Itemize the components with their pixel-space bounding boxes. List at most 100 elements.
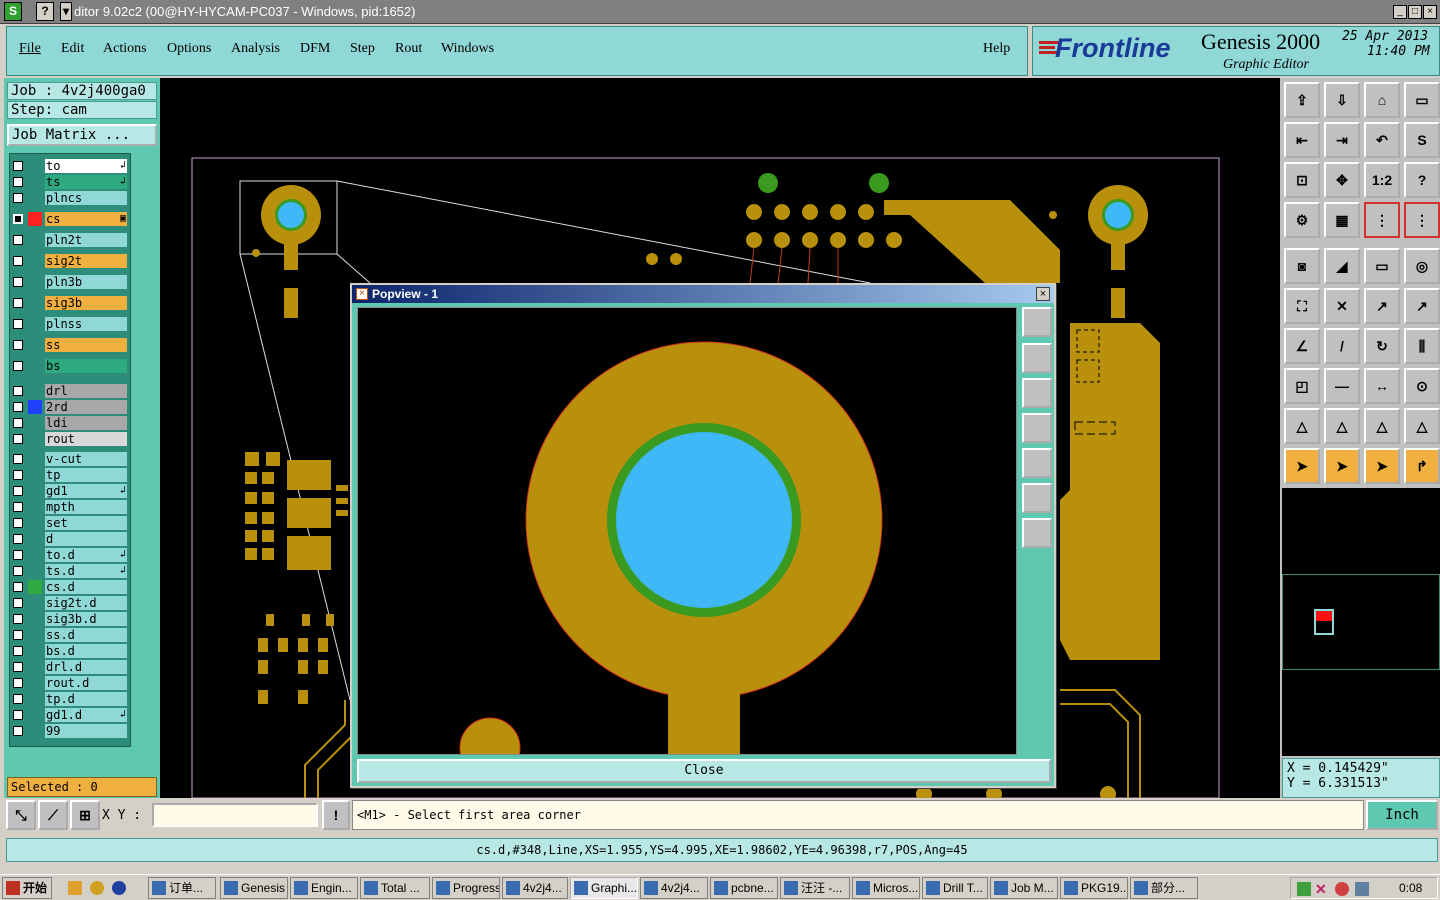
layer-row-gd1[interactable]: gd1 ↲ [10,484,130,498]
bang-button[interactable]: ! [322,800,350,830]
layer-checkbox[interactable] [13,402,23,412]
layer-checkbox[interactable] [13,161,23,171]
layer-row-sig2t[interactable]: sig2t [10,254,130,268]
layer-name[interactable]: 99 [45,724,127,738]
layer-row-sig2t.d[interactable]: sig2t.d [10,596,130,610]
close-window-button[interactable]: × [1423,5,1437,19]
menu-rout[interactable]: Rout [395,41,422,57]
layer-row-gd1.d[interactable]: gd1.d ↲ [10,708,130,722]
layer-name[interactable]: set [45,516,127,530]
layer-row-d[interactable]: d [10,532,130,546]
layer-checkbox[interactable] [13,319,23,329]
layer-row-pln3b[interactable]: pln3b [10,275,130,289]
layer-name[interactable]: pln3b [45,275,127,289]
layer-name[interactable]: drl.d [45,660,127,674]
popview-canvas[interactable] [357,307,1017,755]
layer-row-tp.d[interactable]: tp.d [10,692,130,706]
layer-checkbox[interactable] [13,214,23,224]
triangle-vertex-icon[interactable]: △ [1324,408,1360,444]
layer-row-tp[interactable]: tp [10,468,130,482]
layer-row-cs[interactable]: cs ▣ [10,212,130,226]
angle-line-icon[interactable]: ∠ [1284,328,1320,364]
layer-name[interactable]: d [45,532,127,546]
taskbar-item[interactable]: Total ... [360,877,430,899]
layer-checkbox[interactable] [13,502,23,512]
layer-row-v-cut[interactable]: v-cut [10,452,130,466]
popview-zoom-in-icon[interactable] [1022,483,1052,513]
layer-row-ts[interactable]: ts ↲ [10,175,130,189]
minimize-button[interactable]: _ [1393,5,1407,19]
draw-line-icon[interactable]: ◢ [1324,248,1360,284]
undo-view-icon[interactable]: ↶ [1364,122,1400,158]
help-question-icon[interactable]: ? [36,2,54,21]
pointer-route-icon[interactable]: ↱ [1404,448,1440,484]
shapes-icon[interactable]: ⊙ [1404,368,1440,404]
layer-name[interactable]: plnss [45,317,127,331]
layer-checkbox[interactable] [13,454,23,464]
layer-checkbox[interactable] [13,534,23,544]
layer-name[interactable]: sig3b [45,296,127,310]
menu-help[interactable]: Help [983,41,1010,57]
grid-icon[interactable]: ⊞ [70,800,100,830]
layer-name[interactable]: cs [45,212,127,226]
start-button[interactable]: 开始 [2,877,52,899]
layer-row-bs[interactable]: bs [10,359,130,373]
layer-checkbox[interactable] [13,177,23,187]
taskbar-item[interactable]: Micros... [852,877,920,899]
popview-zoom-box-icon[interactable] [1022,307,1052,337]
layer-name[interactable]: to.d [45,548,127,562]
menu-edit[interactable]: Edit [61,41,84,57]
taskbar-item[interactable]: Genesis [220,877,288,899]
swap-icon[interactable]: S [1404,122,1440,158]
layer-name[interactable]: cs.d [45,580,127,594]
layer-name[interactable]: bs [45,359,127,373]
panel-icon[interactable]: ▭ [1404,82,1440,118]
layer-row-99[interactable]: 99 [10,724,130,738]
tray-app-icon[interactable] [1297,882,1311,896]
menu-analysis[interactable]: Analysis [231,41,280,57]
triangle-top-icon[interactable]: △ [1364,408,1400,444]
layer-row-ss[interactable]: ss [10,338,130,352]
layer-name[interactable]: v-cut [45,452,127,466]
layer-name[interactable]: to [45,159,127,173]
measure-icon[interactable]: ⟋ [38,800,68,830]
taskbar-item[interactable]: Graphi... [570,877,638,899]
quicklaunch-ie-icon[interactable] [112,881,126,895]
layer-name[interactable]: sig2t.d [45,596,127,610]
home-view-icon[interactable]: ⌂ [1364,82,1400,118]
taskbar-item[interactable]: Engin... [290,877,358,899]
tray-network-icon[interactable] [1355,882,1369,896]
layer-checkbox[interactable] [13,630,23,640]
layer-name[interactable]: tp.d [45,692,127,706]
job-matrix-button[interactable]: Job Matrix ... [7,124,157,146]
popview-close-button[interactable]: Close [357,759,1051,783]
popview-title[interactable]: Popview - 1 [352,285,1054,303]
popview-pan-left-icon[interactable] [1022,413,1052,443]
layer-row-rout.d[interactable]: rout.d [10,676,130,690]
taskbar-item[interactable]: 4v2j4... [502,877,568,899]
popview-zoom-out-icon[interactable] [1022,518,1052,548]
xy-input[interactable] [152,803,318,827]
layer-row-rout[interactable]: rout [10,432,130,446]
popview-pan-down-icon[interactable] [1022,378,1052,408]
taskbar-item[interactable]: 4v2j4... [640,877,708,899]
menu-step[interactable]: Step [350,41,375,57]
triangle-span-icon[interactable]: △ [1404,408,1440,444]
pointer-icon[interactable]: ➤ [1284,448,1320,484]
zoom-box-icon[interactable]: ⤡ [6,800,36,830]
move-point-icon[interactable]: ↗ [1364,288,1400,324]
fit-view-icon[interactable]: ⊡ [1284,162,1320,198]
tray-x-icon[interactable]: ✕ [1315,882,1329,896]
layer-checkbox[interactable] [13,566,23,576]
layer-name[interactable]: ss [45,338,127,352]
menu-actions[interactable]: Actions [103,41,147,57]
layer-name[interactable]: gd1 [45,484,127,498]
layer-row-drl[interactable]: drl [10,384,130,398]
dropdown-arrow-icon[interactable]: ▾ [60,2,72,21]
help-query-icon[interactable]: ? [1404,162,1440,198]
target-icon[interactable]: ◎ [1404,248,1440,284]
layer-name[interactable]: tp [45,468,127,482]
layer-checkbox[interactable] [13,277,23,287]
feature-copy-icon[interactable]: ◰ [1284,368,1320,404]
layer-name[interactable]: ldi [45,416,127,430]
